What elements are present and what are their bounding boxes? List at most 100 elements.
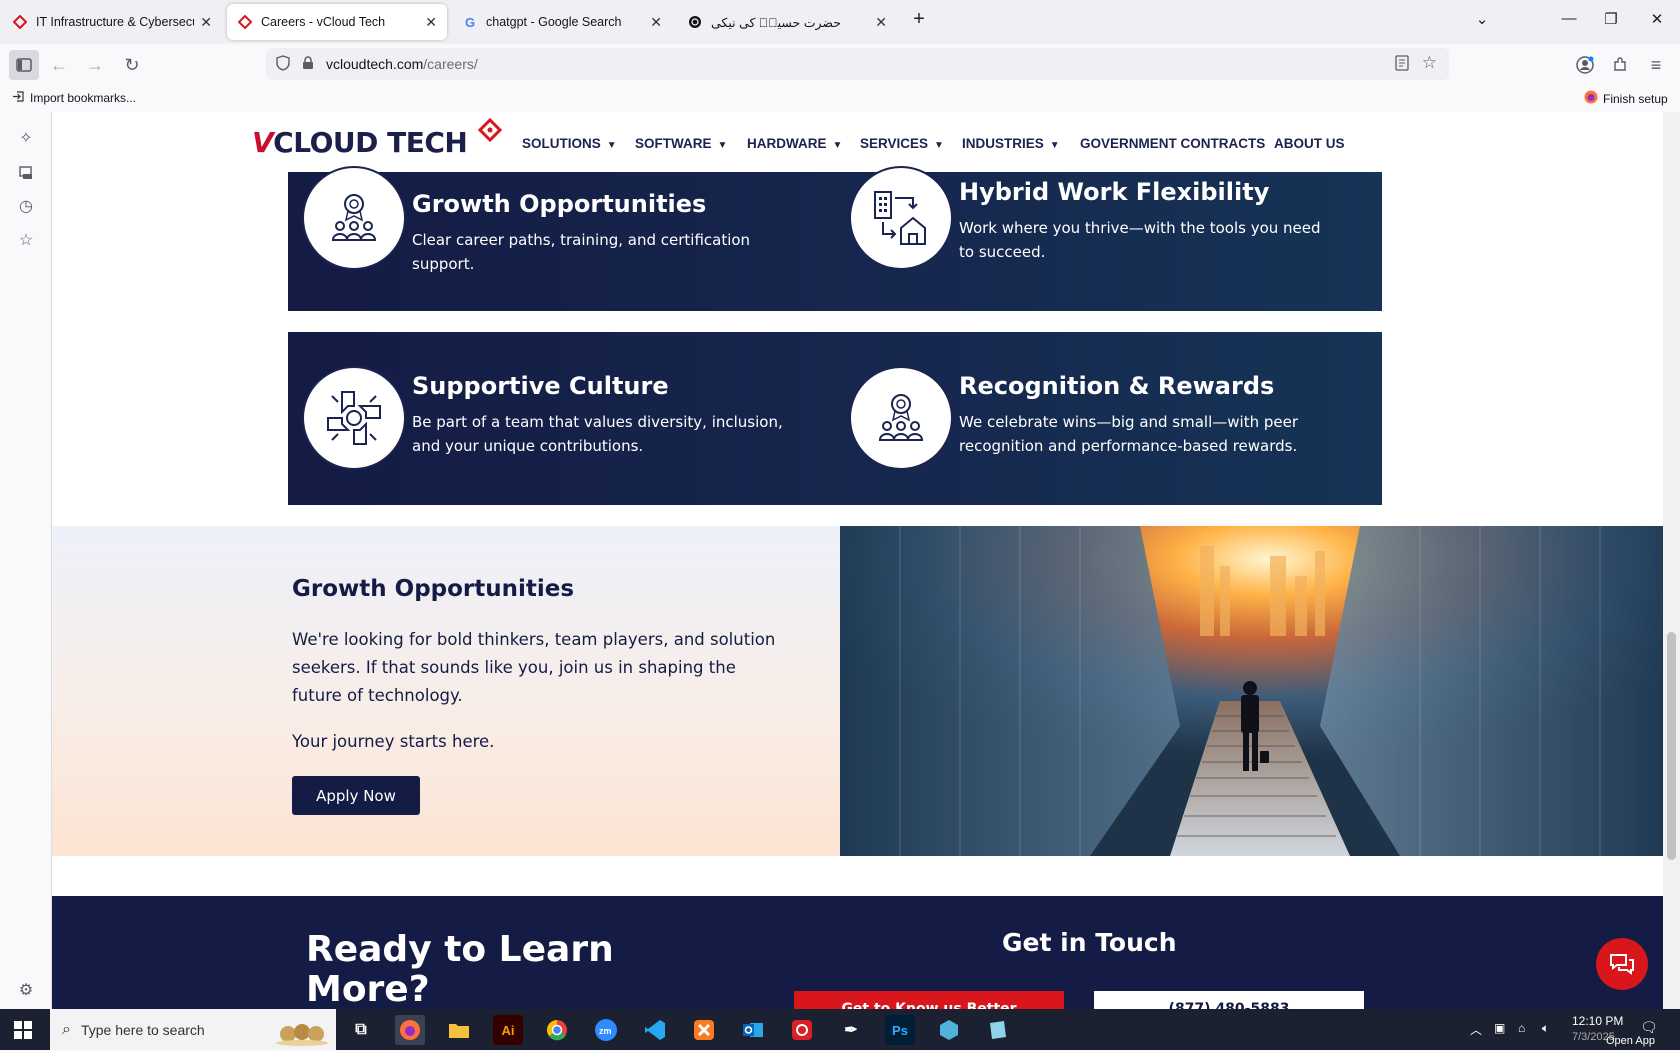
- sidebar-toggle-icon[interactable]: [9, 50, 39, 80]
- tracking-shield-icon[interactable]: [276, 54, 290, 74]
- chat-bubbles-icon: [1610, 954, 1634, 975]
- tab-urdu-article[interactable]: حضرت حسینؓ کی نیکی ✕: [677, 4, 897, 40]
- app-menu-icon[interactable]: ≡: [1641, 50, 1671, 80]
- search-placeholder: Type here to search: [80, 1021, 205, 1038]
- import-bookmarks-label: Import bookmarks...: [30, 91, 137, 105]
- finish-setup-link[interactable]: Finish setup: [1584, 90, 1668, 107]
- outlook-icon[interactable]: [738, 1015, 768, 1045]
- phone-button[interactable]: (877) 480-5883: [1094, 991, 1364, 1009]
- caret-down-icon: ▼: [606, 140, 617, 151]
- zoom-icon[interactable]: zm: [591, 1015, 621, 1045]
- file-explorer-icon[interactable]: [444, 1015, 474, 1045]
- list-tabs-chevron-icon[interactable]: ⌄: [1470, 10, 1494, 28]
- feature-title: Supportive Culture: [412, 372, 669, 400]
- tab-careers[interactable]: Careers - vCloud Tech ✕: [227, 4, 447, 40]
- menu-services[interactable]: SERVICES ▼: [860, 136, 944, 151]
- scrollbar-thumb[interactable]: [1667, 632, 1676, 860]
- tab-it-infrastructure[interactable]: IT Infrastructure & Cybersecurit ✕: [2, 4, 222, 40]
- feature-description: We celebrate wins—big and small—with pee…: [959, 413, 1298, 455]
- synced-tabs-icon[interactable]: [14, 161, 38, 185]
- tab-strip: IT Infrastructure & Cybersecurit ✕ Caree…: [0, 0, 1680, 44]
- tab-title: Careers - vCloud Tech: [261, 15, 386, 29]
- tray-display-icon[interactable]: ▣: [1494, 1021, 1505, 1035]
- windows-start-icon[interactable]: [8, 1015, 38, 1045]
- close-icon[interactable]: ✕: [650, 14, 662, 31]
- extensions-puzzle-icon[interactable]: [1605, 50, 1635, 80]
- svg-text:zm: zm: [599, 1026, 612, 1036]
- menu-label: SOLUTIONS: [522, 136, 601, 151]
- menu-government-contracts[interactable]: GOVERNMENT CONTRACTS: [1080, 136, 1265, 151]
- chrome-icon[interactable]: [542, 1015, 572, 1045]
- photoshop-icon[interactable]: Ps: [885, 1015, 915, 1045]
- notifications-icon[interactable]: 🗨︎: [1640, 1019, 1658, 1036]
- lock-icon[interactable]: [302, 55, 314, 73]
- clock-time[interactable]: 12:10 PM: [1572, 1014, 1623, 1028]
- close-icon[interactable]: ✕: [875, 14, 887, 31]
- app-hexagon-icon[interactable]: [934, 1015, 964, 1045]
- tray-network-icon[interactable]: ⌂: [1518, 1021, 1525, 1035]
- tab-google-search[interactable]: G chatgpt - Google Search ✕: [452, 4, 672, 40]
- vscode-icon[interactable]: [640, 1015, 670, 1045]
- menu-label: SERVICES: [860, 136, 929, 151]
- menu-label: GOVERNMENT CONTRACTS: [1080, 136, 1266, 151]
- xampp-icon[interactable]: [689, 1015, 719, 1045]
- cta-heading: Ready to Learn More?: [306, 929, 614, 1010]
- apply-now-button[interactable]: Apply Now: [292, 776, 420, 815]
- import-bookmarks-link[interactable]: Import bookmarks...: [12, 90, 136, 106]
- tray-volume-icon[interactable]: 🔈︎: [1542, 1021, 1549, 1036]
- close-icon[interactable]: ✕: [425, 14, 437, 31]
- vcloud-tech-logo[interactable]: VCLOUD TECH: [252, 118, 502, 159]
- bookmarks-star-icon[interactable]: ☆: [14, 228, 38, 252]
- search-icon: ⌕: [62, 1020, 71, 1038]
- menu-hardware[interactable]: HARDWARE ▼: [747, 136, 842, 151]
- search-highlight-icon: [272, 1014, 328, 1051]
- growth-heading: Growth Opportunities: [292, 576, 575, 602]
- site-header: VCLOUD TECH SOLUTIONS ▼ SOFTWARE ▼ HARDWAR…: [52, 112, 1663, 172]
- pen-tool-icon[interactable]: ✒: [836, 1015, 866, 1045]
- bookmark-star-icon[interactable]: ☆: [1422, 53, 1437, 73]
- windows-taskbar: ⌕ Type here to search ⧉ Ai zm ✒ Ps ︿ ▣ ⌂…: [0, 1009, 1680, 1050]
- task-view-icon[interactable]: ⧉: [346, 1015, 376, 1045]
- logo-letter-v: V: [252, 126, 274, 159]
- history-clock-icon[interactable]: ◷: [14, 194, 38, 218]
- sidebar-settings-gear-icon[interactable]: ⚙: [14, 978, 38, 1002]
- firefox-logo-icon: [1584, 90, 1598, 107]
- taskbar-search-box[interactable]: ⌕ Type here to search: [50, 1009, 336, 1050]
- chatgpt-favicon-icon: [687, 14, 703, 30]
- get-to-know-us-button[interactable]: Get to Know us Better: [794, 991, 1064, 1009]
- illustrator-icon[interactable]: Ai: [493, 1015, 523, 1045]
- caret-down-icon: ▼: [1049, 140, 1060, 151]
- url-bar[interactable]: vcloudtech.com/careers/ ☆: [266, 48, 1449, 80]
- ai-sparkle-icon[interactable]: ✧: [14, 126, 38, 150]
- restore-icon[interactable]: ❐: [1599, 10, 1623, 28]
- creative-cloud-icon[interactable]: [787, 1015, 817, 1045]
- caret-down-icon: ▼: [832, 140, 843, 151]
- navigation-toolbar: ← → ↻ vcloudtech.com/careers/ ☆ ≡: [0, 44, 1680, 84]
- benefits-band-bottom: Supportive Culture Be part of a team tha…: [288, 332, 1382, 505]
- chat-widget-button[interactable]: [1596, 938, 1648, 990]
- forward-arrow-icon[interactable]: →: [80, 50, 110, 80]
- app-book-icon[interactable]: [983, 1015, 1013, 1045]
- new-tab-plus-icon[interactable]: +: [907, 8, 931, 31]
- menu-software[interactable]: SOFTWARE ▼: [635, 136, 727, 151]
- menu-about-us[interactable]: ABOUT US: [1274, 136, 1345, 151]
- tray-chevron-icon[interactable]: ︿: [1470, 1021, 1482, 1038]
- team-award-icon: [849, 366, 953, 470]
- tab-title: IT Infrastructure & Cybersecurit: [36, 15, 195, 29]
- web-page: VCLOUD TECH SOLUTIONS ▼ SOFTWARE ▼ HARDWAR…: [51, 112, 1663, 1009]
- vcloud-favicon-icon: [12, 14, 28, 30]
- firefox-taskbar-icon[interactable]: [395, 1015, 425, 1045]
- reader-view-icon[interactable]: [1395, 55, 1409, 74]
- open-app-label[interactable]: Open App: [1606, 1035, 1655, 1047]
- back-arrow-icon[interactable]: ←: [44, 50, 74, 80]
- menu-industries[interactable]: INDUSTRIES ▼: [962, 136, 1060, 151]
- minimize-icon[interactable]: —: [1557, 10, 1581, 27]
- google-favicon-icon: G: [464, 14, 476, 30]
- page-scrollbar[interactable]: [1663, 112, 1680, 1009]
- menu-label: ABOUT US: [1274, 136, 1345, 151]
- menu-solutions[interactable]: SOLUTIONS ▼: [522, 136, 617, 151]
- window-close-icon[interactable]: ✕: [1645, 10, 1669, 28]
- account-icon[interactable]: [1570, 50, 1600, 80]
- close-icon[interactable]: ✕: [200, 14, 212, 31]
- reload-icon[interactable]: ↻: [117, 50, 147, 80]
